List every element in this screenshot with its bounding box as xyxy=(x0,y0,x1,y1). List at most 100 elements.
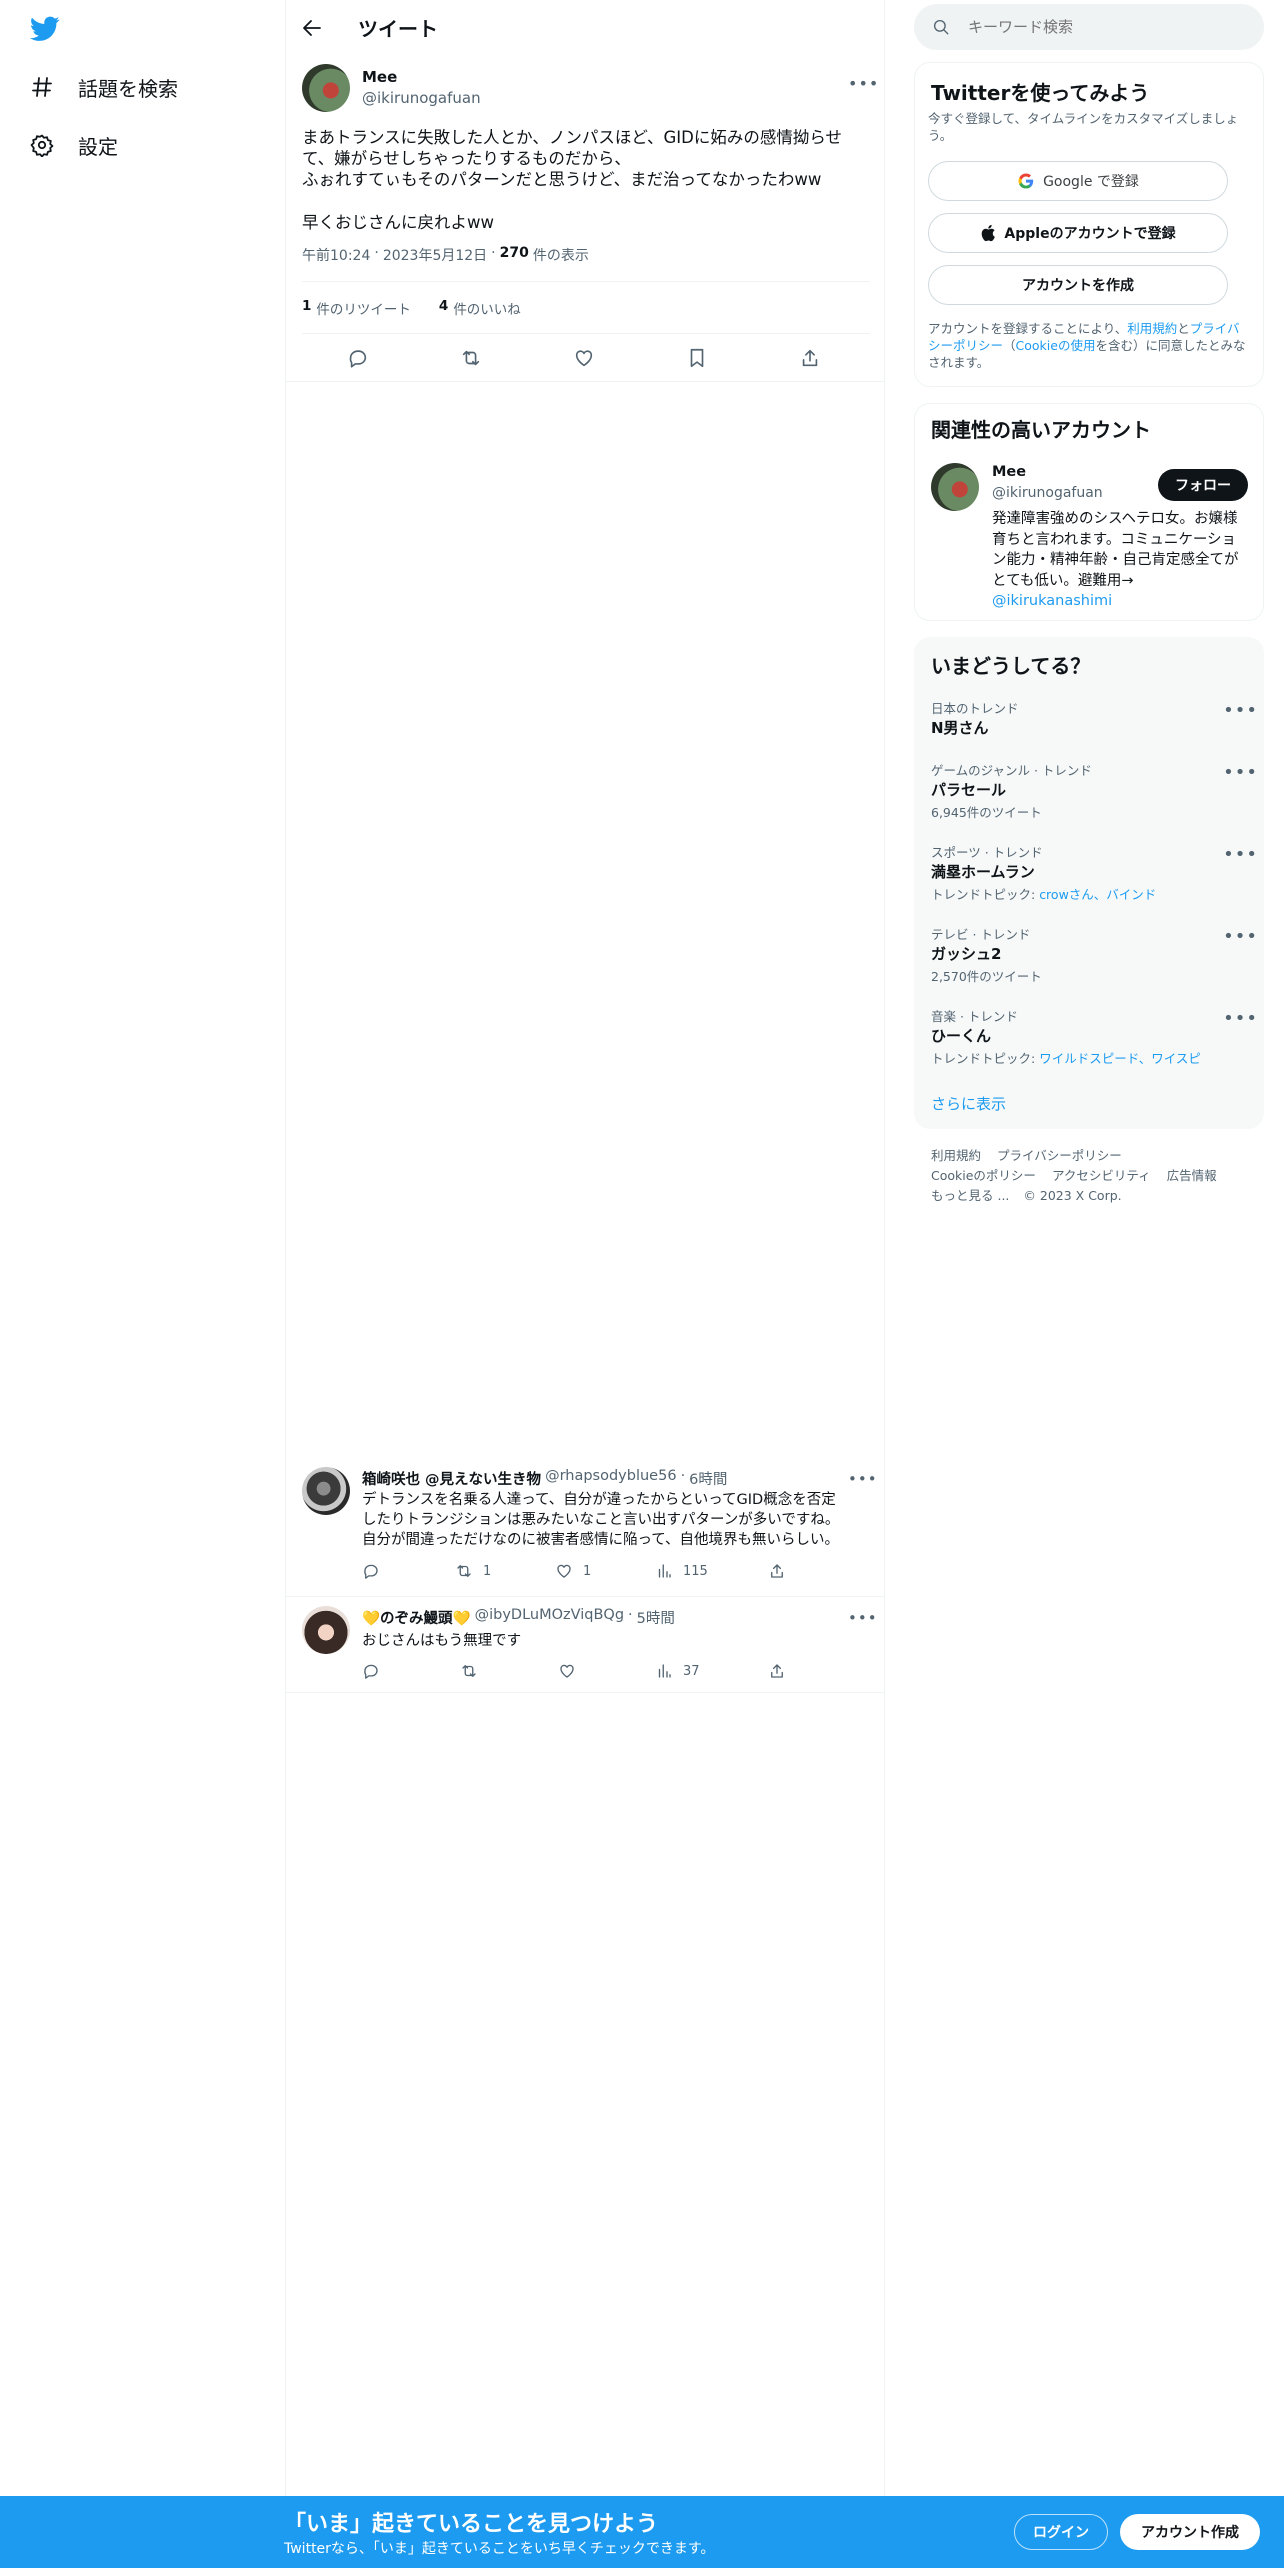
footer-accessibility-link[interactable]: アクセシビリティ xyxy=(1052,1166,1151,1186)
tweet-stats: 1 件のリツイート 4 件のいいね xyxy=(302,298,521,318)
hashtag-icon xyxy=(30,75,54,99)
reply-time[interactable]: 6時間 xyxy=(689,1468,727,1489)
apple-signup-button[interactable]: Appleのアカウントで登録 xyxy=(928,213,1228,253)
trend-meta: 6,945件のツイート xyxy=(931,805,1042,820)
twitter-logo-icon[interactable] xyxy=(30,16,60,42)
views-button[interactable]: 115 xyxy=(655,1562,708,1580)
reply-time[interactable]: 5時間 xyxy=(637,1607,675,1628)
main-column-right-border xyxy=(884,0,885,2496)
footer-ads-link[interactable]: 広告情報 xyxy=(1167,1166,1217,1186)
footer-privacy-link[interactable]: プライバシーポリシー xyxy=(997,1146,1122,1166)
back-arrow-icon[interactable] xyxy=(300,16,324,40)
bookmark-icon[interactable] xyxy=(686,347,708,369)
reply-author-name[interactable]: 💛のぞみ鰻頭💛 xyxy=(362,1607,471,1628)
related-handle[interactable]: @ikirunogafuan xyxy=(992,485,1103,501)
related-bio: 発達障害強めのシスヘテロ女。お嬢様育ちと言われます。コミュニケーション能力・精神… xyxy=(992,511,1239,609)
avatar[interactable] xyxy=(931,463,979,511)
bottom-bar-title: 「いま」起きていることを見つけよう xyxy=(284,2512,659,2537)
follow-button[interactable]: フォロー xyxy=(1158,469,1248,501)
nav-explore[interactable]: 話題を検索 xyxy=(30,70,178,104)
google-signup-label: Google で登録 xyxy=(1043,174,1139,190)
trend-context: ゲームのジャンル · トレンド xyxy=(931,763,1092,778)
reply-icon[interactable] xyxy=(347,347,369,369)
search-box[interactable] xyxy=(914,4,1264,50)
reply-author-handle[interactable]: @rhapsodyblue56 xyxy=(545,1468,677,1489)
retweet-icon[interactable] xyxy=(460,347,482,369)
like-icon[interactable] xyxy=(573,347,595,369)
reply-icon[interactable] xyxy=(362,1662,380,1680)
footer-more-link[interactable]: もっと見る ... xyxy=(931,1186,1009,1206)
tweet-meta: 午前10:24 · 2023年5月12日 · 270 件の表示 xyxy=(302,245,589,265)
trend-meta: トレンドトピック: crowさん、バインド xyxy=(931,887,1157,902)
avatar[interactable] xyxy=(302,1606,350,1654)
trend-name: パラセール xyxy=(931,781,1007,799)
related-name[interactable]: Mee xyxy=(992,464,1026,480)
show-more-link[interactable]: さらに表示 xyxy=(931,1093,1006,1114)
trend-context: 音楽 · トレンド xyxy=(931,1009,1018,1024)
like-button[interactable]: 1 xyxy=(555,1562,591,1580)
google-signup-button[interactable]: Google で登録 xyxy=(928,161,1228,201)
likes-link[interactable]: 4 件のいいね xyxy=(439,298,521,318)
create-account-button[interactable]: アカウントを作成 xyxy=(928,265,1228,305)
reply-text-line: 自分が間違っただけなのに被害者感情に陥って、自他境界も無いらしい。 xyxy=(362,1532,840,1548)
signup-subtitle: 今すぐ登録して、タイムラインをカスタマイズしましょう。 xyxy=(928,111,1239,143)
trend-context: 日本のトレンド xyxy=(931,701,1019,716)
more-options-icon[interactable]: ••• xyxy=(848,1609,878,1627)
nav-settings-label: 設定 xyxy=(78,134,118,159)
tweet-text-line: ふぉれすてぃもそのパターンだと思うけど、まだ治ってなかったわww xyxy=(302,170,822,189)
reply-text-line: したりトランジションは悪みたいなこと言い出すパターンが多いですね。 xyxy=(362,1512,840,1528)
trend-topic-link[interactable]: ワイルドスピード、ワイスピ xyxy=(1039,1051,1201,1066)
reply-header: 箱崎咲也 @見えない生き物 @rhapsodyblue56 · 6時間 xyxy=(362,1468,728,1489)
retweets-link[interactable]: 1 件のリツイート xyxy=(302,298,411,318)
tweet-author-handle[interactable]: @ikirunogafuan xyxy=(362,89,481,107)
avatar[interactable] xyxy=(302,1467,350,1515)
related-title: 関連性の高いアカウント xyxy=(931,418,1151,442)
trend-more-icon[interactable]: ••• xyxy=(1223,844,1258,865)
retweet-icon xyxy=(455,1562,473,1580)
bottom-bar-subtitle: Twitterなら、「いま」起きていることをいち早くチェックできます。 xyxy=(284,2541,715,2557)
reply-icon[interactable] xyxy=(362,1562,380,1580)
create-account-label: アカウントを作成 xyxy=(1022,278,1134,294)
more-options-icon[interactable]: ••• xyxy=(848,1470,878,1488)
trend-more-icon[interactable]: ••• xyxy=(1223,762,1258,783)
views-chart-icon xyxy=(655,1562,673,1580)
signup-button[interactable]: アカウント作成 xyxy=(1120,2514,1260,2550)
reply-text-line: おじさんはもう無理です xyxy=(362,1633,522,1649)
share-icon[interactable] xyxy=(768,1562,786,1580)
search-input[interactable] xyxy=(968,18,1228,36)
trend-more-icon[interactable]: ••• xyxy=(1223,700,1258,721)
share-icon[interactable] xyxy=(768,1662,786,1680)
views-chart-icon xyxy=(655,1662,673,1680)
footer-links: 利用規約 プライバシーポリシー Cookieのポリシー アクセシビリティ 広告情… xyxy=(931,1146,1251,1206)
login-button[interactable]: ログイン xyxy=(1014,2514,1108,2550)
more-options-icon[interactable]: ••• xyxy=(848,74,879,93)
share-icon[interactable] xyxy=(799,347,821,369)
like-icon[interactable] xyxy=(558,1662,576,1680)
signup-title: Twitterを使ってみよう xyxy=(931,81,1150,105)
like-count: 1 xyxy=(583,1563,592,1579)
retweet-button[interactable]: 1 xyxy=(455,1562,491,1580)
apple-icon xyxy=(980,224,996,242)
footer-cookie-link[interactable]: Cookieのポリシー xyxy=(931,1166,1036,1186)
reply-author-handle[interactable]: @ibyDLuMOzViqBQg xyxy=(475,1607,624,1628)
views-button[interactable]: 37 xyxy=(655,1662,700,1680)
cookie-link[interactable]: Cookieの使用 xyxy=(1016,338,1096,353)
footer-terms-link[interactable]: 利用規約 xyxy=(931,1146,981,1166)
bio-mention-link[interactable]: @ikirukanashimi xyxy=(992,593,1112,609)
trend-context: スポーツ · トレンド xyxy=(931,845,1043,860)
reply-author-name[interactable]: 箱崎咲也 @見えない生き物 xyxy=(362,1468,541,1489)
avatar[interactable] xyxy=(302,64,350,112)
search-icon xyxy=(932,18,950,36)
nav-settings[interactable]: 設定 xyxy=(30,128,118,162)
tweet-date[interactable]: 2023年5月12日 xyxy=(383,245,487,265)
tweet-author-name[interactable]: Mee xyxy=(362,68,397,86)
trend-more-icon[interactable]: ••• xyxy=(1223,1008,1258,1029)
divider xyxy=(302,333,870,334)
signup-legal: アカウントを登録することにより、利用規約とプライバシーポリシー（Cookieの使… xyxy=(928,321,1246,370)
retweet-icon[interactable] xyxy=(460,1662,478,1680)
trend-more-icon[interactable]: ••• xyxy=(1223,926,1258,947)
trend-topic-link[interactable]: crowさん、バインド xyxy=(1039,887,1156,902)
tweet-time[interactable]: 午前10:24 xyxy=(302,245,370,265)
like-icon xyxy=(555,1562,573,1580)
terms-link[interactable]: 利用規約 xyxy=(1127,321,1177,336)
